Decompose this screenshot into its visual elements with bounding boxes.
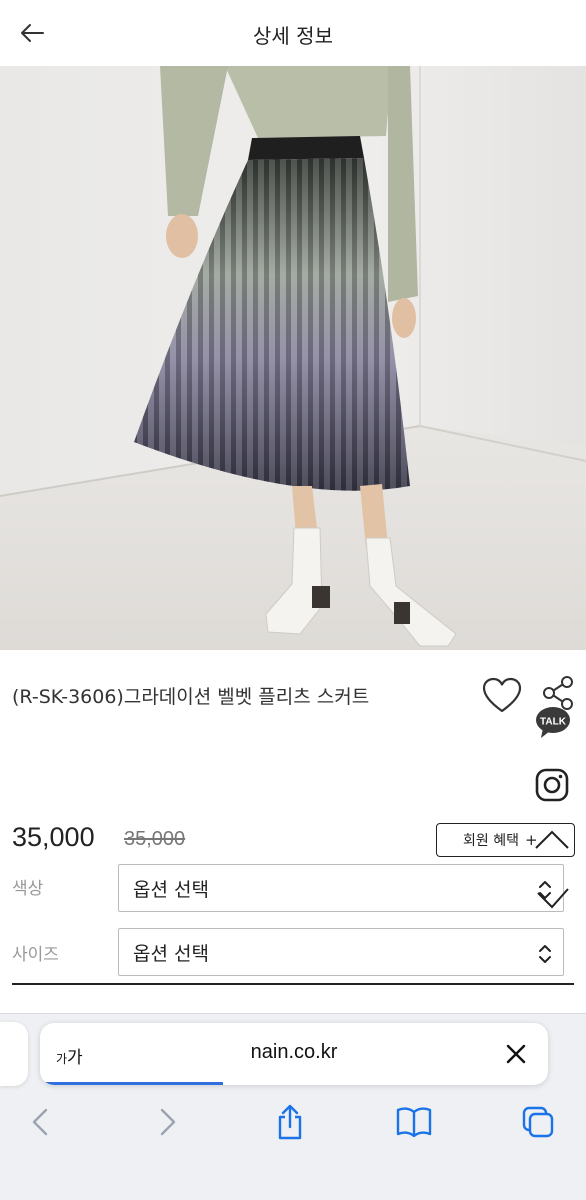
stop-loading-button[interactable] [504, 1042, 528, 1066]
product-name: (R-SK-3606)그라데이션 벨벳 플리츠 스커트 [12, 686, 370, 708]
select-arrows-icon [539, 945, 551, 963]
color-select-value: 옵션 선택 [133, 878, 209, 901]
product-image[interactable] [0, 66, 586, 650]
book-icon [396, 1107, 432, 1138]
close-icon [506, 1044, 526, 1064]
original-price: 35,000 [124, 828, 186, 850]
browser-back-button[interactable] [18, 1100, 62, 1144]
bookmarks-button[interactable] [392, 1100, 436, 1144]
section-divider [12, 983, 574, 985]
sale-price: 35,000 [12, 822, 95, 852]
previous-tab-peek[interactable] [0, 1022, 28, 1086]
member-benefit-button[interactable]: 회원 혜택 + [436, 823, 575, 857]
share-upload-icon [278, 1104, 302, 1140]
instagram-icon [535, 768, 569, 802]
tabs-icon [522, 1106, 554, 1138]
heart-icon [482, 677, 522, 713]
chevron-left-icon [32, 1108, 48, 1136]
tabs-button[interactable] [516, 1100, 560, 1144]
chevron-down-icon [537, 888, 569, 909]
talk-badge-text: TALK [540, 717, 567, 728]
kakao-talk-icon: TALK [536, 707, 570, 738]
color-option-label: 색상 [12, 879, 44, 899]
instagram-button[interactable] [534, 767, 570, 803]
member-benefit-label: 회원 혜택 [463, 833, 519, 849]
address-bar[interactable]: 가가 nain.co.kr [40, 1023, 548, 1085]
top-header: 상세 정보 [0, 0, 586, 66]
page-load-progress [40, 1082, 223, 1085]
size-select[interactable]: 옵션 선택 [118, 928, 564, 976]
size-select-value: 옵션 선택 [133, 942, 209, 965]
browser-share-button[interactable] [268, 1100, 312, 1144]
wishlist-button[interactable] [482, 677, 522, 715]
size-option-label: 사이즈 [12, 945, 59, 965]
chevron-right-icon [160, 1108, 176, 1136]
browser-forward-button[interactable] [146, 1100, 190, 1144]
url-text: nain.co.kr [250, 1041, 338, 1063]
kakao-talk-button[interactable]: TALK [535, 706, 571, 740]
page-title: 상세 정보 [253, 24, 333, 48]
chevron-up-icon [535, 830, 569, 849]
color-select[interactable]: 옵션 선택 [118, 864, 564, 912]
